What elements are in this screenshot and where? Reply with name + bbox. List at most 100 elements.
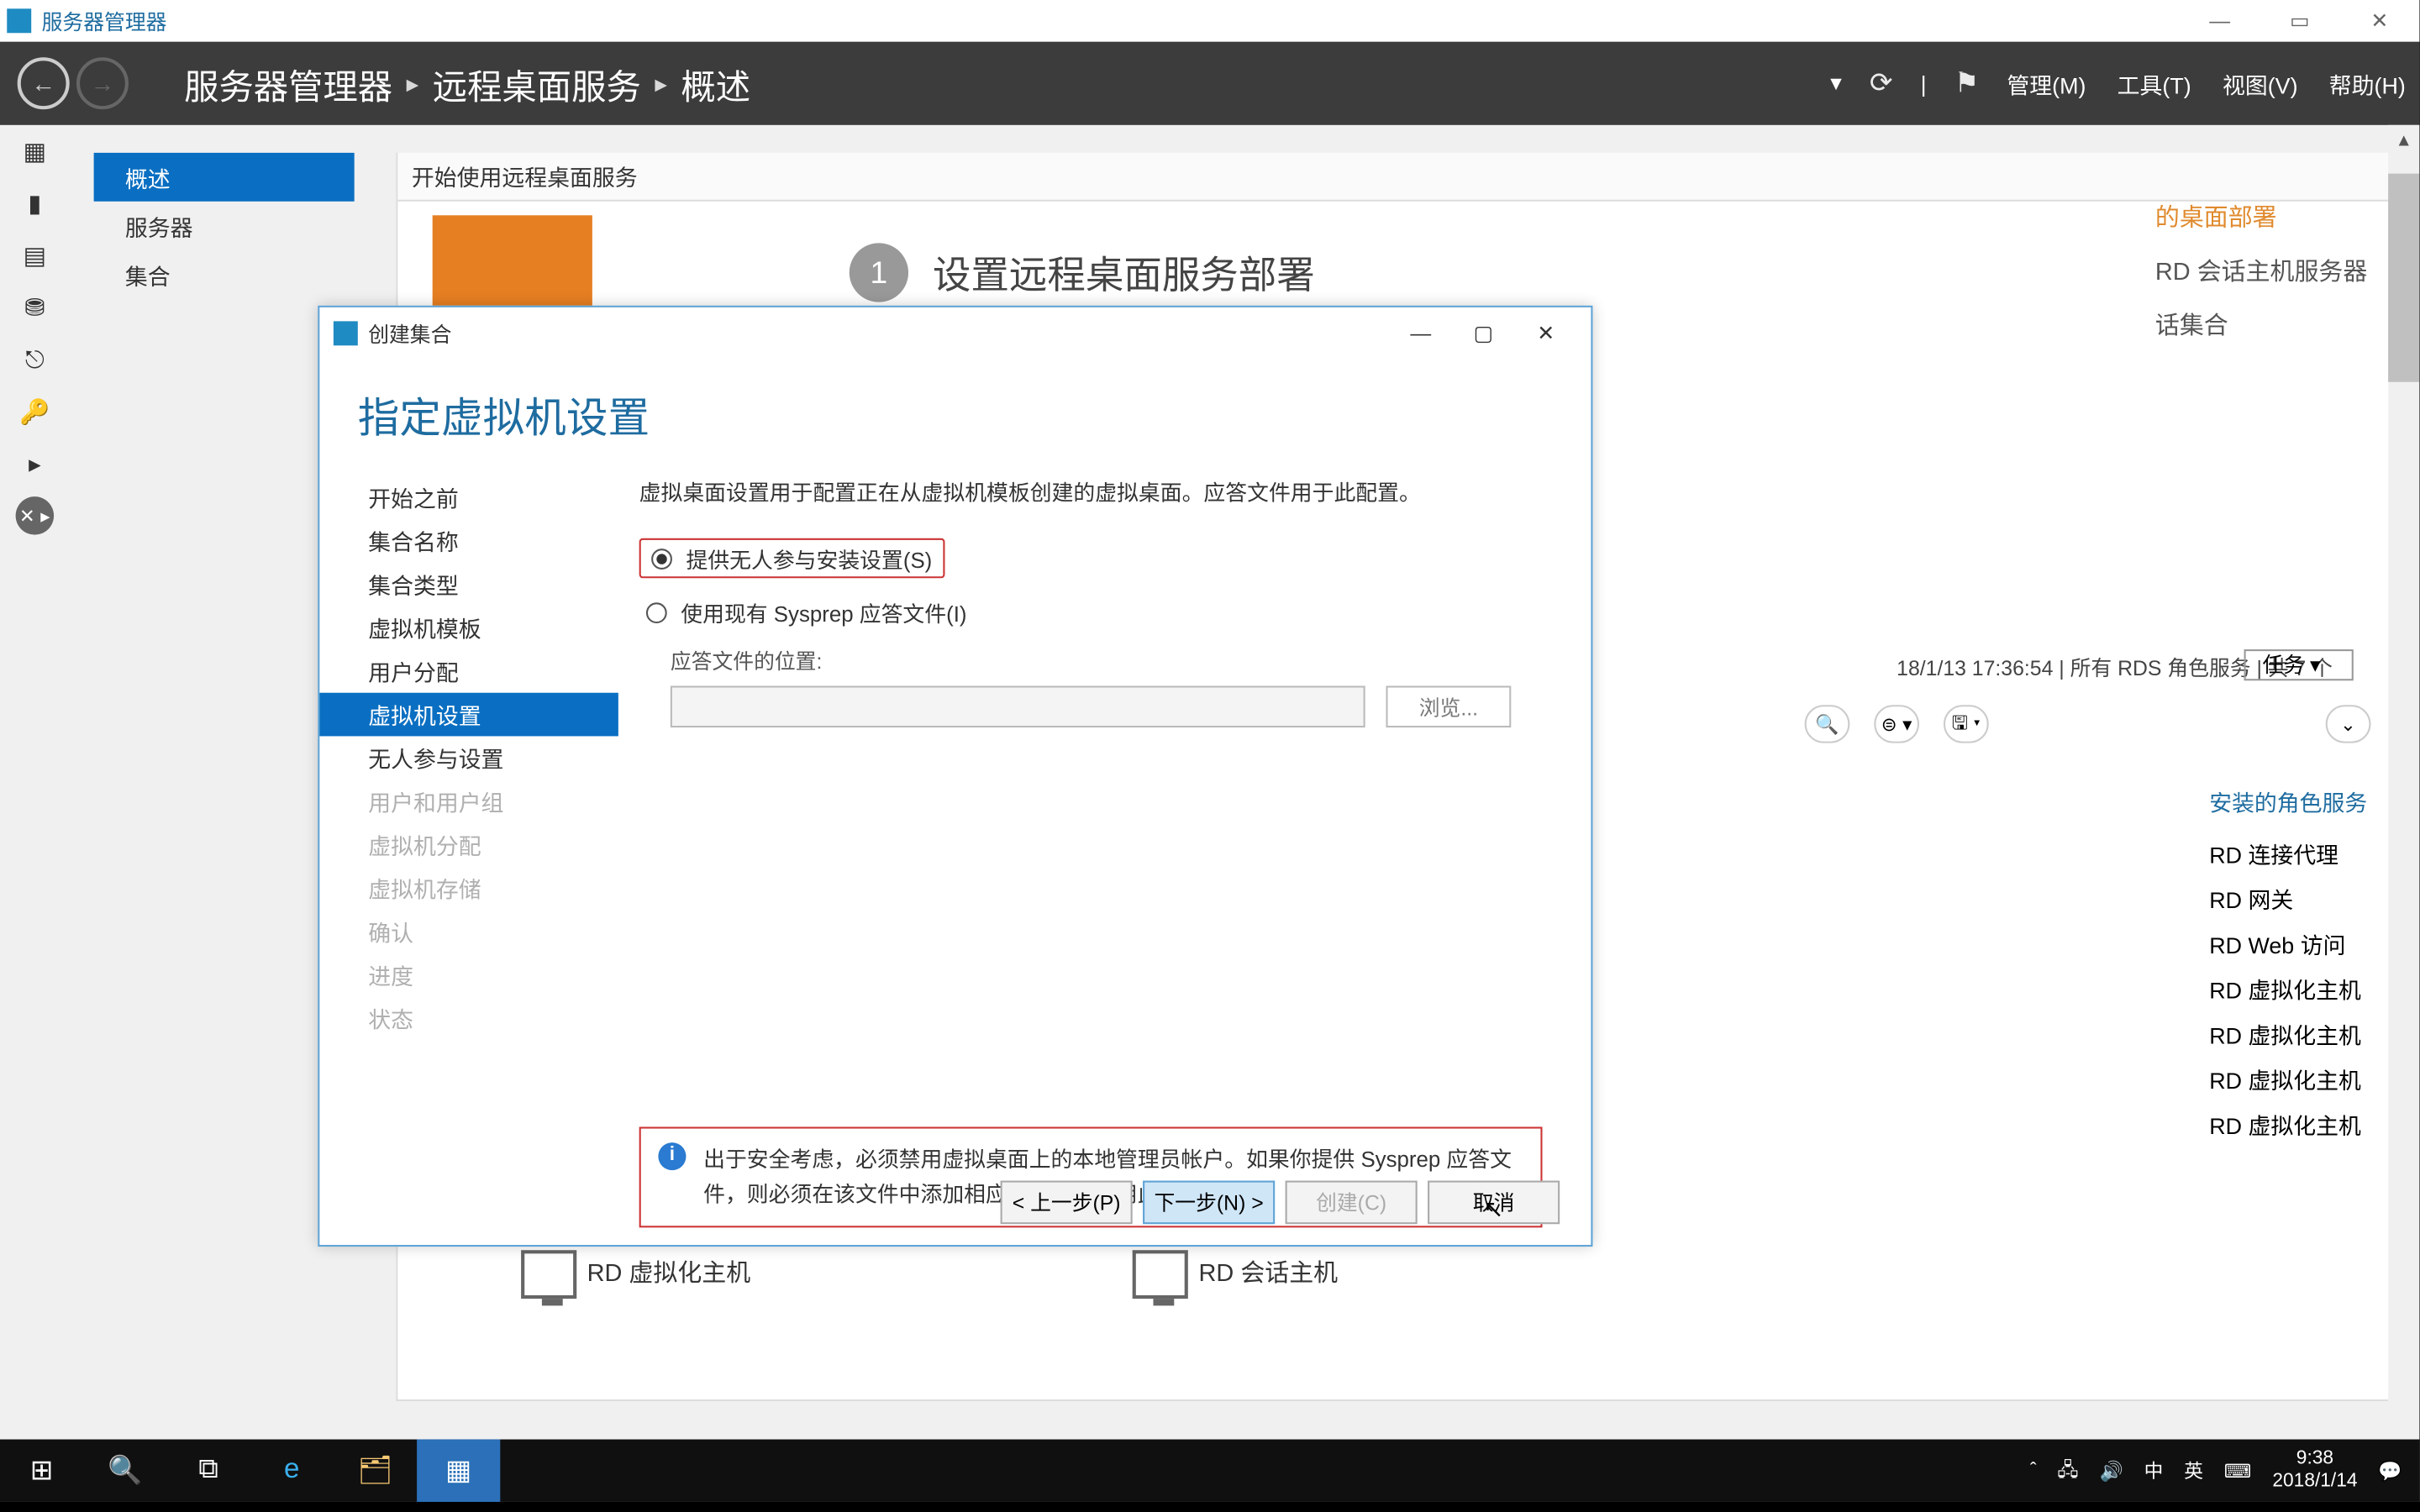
ime-icon[interactable]: ⌨ [2224,1459,2252,1482]
role-row: RD Web 访问 [2209,924,2367,969]
wiz-step[interactable]: 集合类型 [358,563,615,606]
role-icon-3[interactable]: 🔑 [0,386,70,438]
nav-back-button[interactable]: ← [18,57,70,109]
bg-line1: 的桌面部署 [2155,191,2367,244]
filter-button-1[interactable]: ⊜ ▾ [1874,705,1919,743]
local-server-icon[interactable]: ▮ [0,177,70,229]
roles-header: 安装的角色服务 [2209,781,2367,833]
search-button[interactable]: 🔍 [83,1440,166,1502]
wiz-step[interactable]: 无人参与设置 [358,736,615,780]
window-controls: — ▭ ✕ [2180,0,2419,42]
nav-collections[interactable]: 集合 [94,250,355,299]
scroll-up-icon[interactable]: ▲ [2388,125,2419,156]
refresh-icon[interactable]: ⟳ [1870,66,1893,101]
wiz-step[interactable]: 开始之前 [358,475,615,519]
wiz-step: 进度 [358,953,615,997]
wizard-titlebar: 创建集合 — ▢ ✕ [319,307,1591,360]
crumb-1[interactable]: 远程桌面服务 [433,58,641,108]
rds-icon[interactable]: ✕ ▸ [0,490,70,542]
scroll-thumb[interactable] [2388,174,2419,382]
tray-up-icon[interactable]: ˆ [2030,1460,2037,1481]
dashboard-icon[interactable]: ▦ [0,125,70,177]
flag-icon[interactable]: ⚑ [1954,66,1980,101]
step-number-badge: 1 [850,243,908,302]
wiz-step: 确认 [358,910,615,953]
menu-tools[interactable]: 工具(T) [2118,67,2191,100]
cancel-button[interactable]: 取消 [1428,1181,1560,1225]
role-row: RD 网关 [2209,879,2367,924]
browse-button: 浏览... [1386,685,1511,727]
step-title: 设置远程桌面服务部署 [933,244,1315,300]
main-heading: 开始使用远程桌面服务 [397,153,2390,202]
wizard-footer: < 上一步(P) 下一步(N) > 创建(C) 取消 [1001,1181,1560,1225]
nav-overview[interactable]: 概述 [94,153,355,202]
nav-servers[interactable]: 服务器 [94,202,355,250]
tray-network-icon[interactable]: 🖧 [2057,1454,2078,1487]
wiz-step-current[interactable]: 虚拟机设置 [319,693,618,737]
expand-button[interactable]: ⌄ [2326,705,2371,743]
session-host-icon [1133,1250,1188,1299]
app-titlebar: 服务器管理器 — ▭ ✕ [0,0,2419,42]
menu-manage[interactable]: 管理(M) [2007,67,2086,100]
answer-file-label: 应答文件的位置: [671,646,1543,675]
wiz-step[interactable]: 用户分配 [358,649,615,693]
start-button[interactable]: ⊞ [0,1440,83,1502]
wizard-close-button[interactable]: ✕ [1514,311,1576,356]
role-icon-2[interactable]: ⎋ [0,333,70,386]
wizard-minimize-button[interactable]: — [1390,311,1452,356]
wizard-maximize-button[interactable]: ▢ [1452,311,1514,356]
nav-forward-button[interactable]: → [76,57,129,109]
app-icon [7,8,31,33]
highlight-tile [433,215,592,309]
clock[interactable]: 9:38 2018/1/14 [2272,1447,2357,1494]
crumb-0[interactable]: 服务器管理器 [184,58,392,108]
dropdown-caret-icon[interactable]: ▾ [1830,70,1842,97]
taskview-button[interactable]: ⧉ [166,1440,250,1502]
close-button[interactable]: ✕ [2339,0,2419,42]
wiz-step: 用户和用户组 [358,780,615,823]
role-row: RD 虚拟化主机 [2209,1105,2367,1150]
ime-lang1[interactable]: 中 [2144,1457,2164,1484]
search-icon[interactable]: 🔍 [1805,705,1850,743]
radio-label: 提供无人参与安装设置(S) [686,542,932,575]
wiz-step: 虚拟机分配 [358,823,615,867]
tasks-dropdown[interactable]: 任务 ▾ [2244,649,2354,680]
role-row: RD 虚拟化主机 [2209,969,2367,1014]
prev-button[interactable]: < 上一步(P) [1001,1181,1133,1225]
role-row: RD 连接代理 [2209,833,2367,879]
role-icon-1[interactable]: ⛃ [0,281,70,333]
role-icon-4[interactable]: ▸ [0,438,70,490]
all-servers-icon[interactable]: ▤ [0,229,70,281]
vhost-label: RD 虚拟化主机 [587,1258,751,1286]
left-icon-strip: ▦ ▮ ▤ ⛃ ⎋ 🔑 ▸ ✕ ▸ [0,125,70,542]
wizard-description: 虚拟桌面设置用于配置正在从虚拟机模板创建的虚拟桌面。应答文件用于此配置。 [639,475,1543,510]
minimize-button[interactable]: — [2180,0,2260,42]
app-title: 服务器管理器 [42,6,167,35]
radio-icon [646,601,667,622]
explorer-icon[interactable]: 🗂 [334,1440,417,1502]
side-nav: 概述 服务器 集合 [94,153,355,299]
server-manager-task[interactable]: ▦ [417,1440,500,1502]
next-button[interactable]: 下一步(N) > [1143,1181,1275,1225]
info-icon: i [658,1142,686,1170]
ime-lang2[interactable]: 英 [2184,1457,2203,1484]
crumb-2[interactable]: 概述 [681,58,750,108]
radio-unattended[interactable]: 提供无人参与安装设置(S) [639,538,944,579]
wiz-step: 状态 [358,996,615,1040]
menu-view[interactable]: 视图(V) [2223,67,2298,100]
tray-sound-icon[interactable]: 🔊 [2100,1459,2123,1482]
filter-button-2[interactable]: 🖫 ▾ [1944,705,1989,743]
vhost-icon [521,1250,576,1299]
wizard-steps: 开始之前 集合名称 集合类型 虚拟机模板 用户分配 虚拟机设置 无人参与设置 用… [319,475,614,1227]
notifications-button[interactable]: 💬 [2378,1459,2402,1482]
wiz-step[interactable]: 虚拟机模板 [358,606,615,649]
time: 9:38 [2272,1447,2357,1470]
ie-icon[interactable]: e [250,1440,334,1502]
radio-sysprep[interactable]: 使用现有 Sysprep 应答文件(I) [639,592,1543,633]
date: 2018/1/14 [2272,1471,2357,1494]
bg-line3: 话集合 [2155,298,2367,352]
wiz-step[interactable]: 集合名称 [358,519,615,563]
menu-help[interactable]: 帮助(H) [2329,67,2406,100]
maximize-button[interactable]: ▭ [2260,0,2339,42]
vertical-scrollbar[interactable]: ▲ [2388,125,2419,1440]
